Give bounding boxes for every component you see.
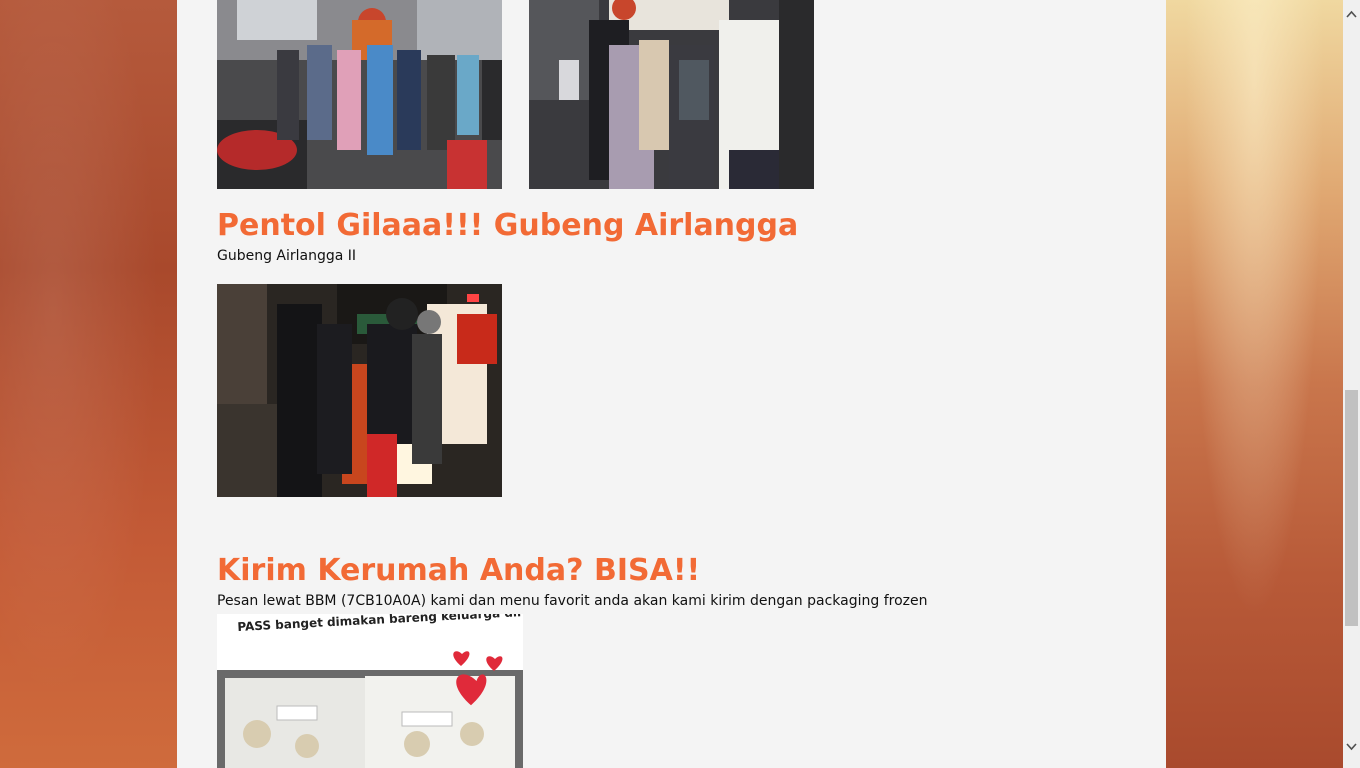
photo-crowd-right xyxy=(529,0,814,189)
section-title-gubeng: Pentol Gilaaa!!! Gubeng Airlangga xyxy=(217,208,799,243)
section-description-delivery: Pesan lewat BBM (7CB10A0A) kami dan menu… xyxy=(217,593,928,609)
photo-crowd-left xyxy=(217,0,502,189)
scrollbar-thumb[interactable] xyxy=(1345,390,1358,626)
browser-page: Pentol Gilaaa!!! Gubeng Airlangga Gubeng… xyxy=(0,0,1360,768)
section-address-gubeng: Gubeng Airlangga II xyxy=(217,248,357,264)
photo-gubeng-stall xyxy=(217,284,502,497)
vertical-scrollbar[interactable] xyxy=(1343,0,1360,768)
background-left xyxy=(0,0,177,768)
scroll-down-button[interactable] xyxy=(1343,737,1360,754)
photo-frozen-packaging: PASS banget dimakan bareng keluarga diru… xyxy=(217,614,523,768)
scroll-up-button[interactable] xyxy=(1343,4,1360,21)
background-right xyxy=(1166,0,1343,768)
main-content: Pentol Gilaaa!!! Gubeng Airlangga Gubeng… xyxy=(177,0,1166,768)
chevron-up-icon xyxy=(1346,3,1357,22)
section-title-delivery: Kirim Kerumah Anda? BISA!! xyxy=(217,553,701,588)
chevron-down-icon xyxy=(1346,736,1357,755)
